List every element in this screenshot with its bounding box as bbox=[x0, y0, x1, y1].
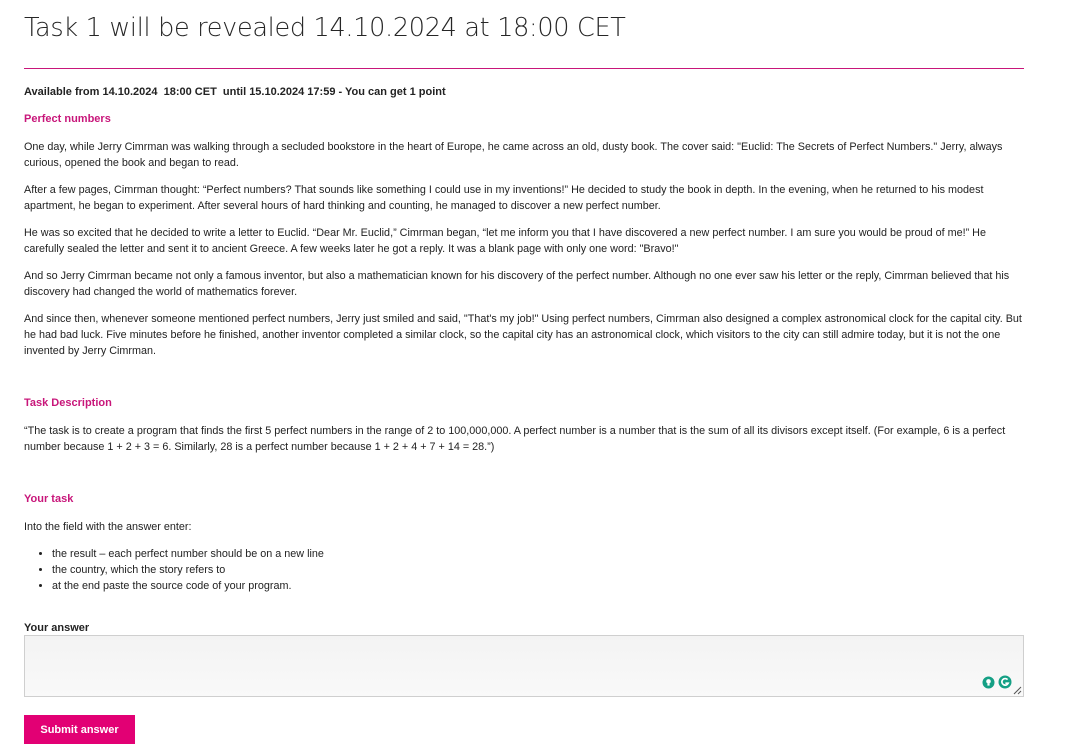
list-item: the country, which the story refers to bbox=[52, 562, 1024, 578]
story-paragraph: After a few pages, Cimrman thought: “Per… bbox=[24, 184, 984, 212]
story-paragraph: One day, while Jerry Cimrman was walking… bbox=[24, 141, 1003, 169]
grammarly-icon[interactable] bbox=[998, 675, 1012, 689]
your-task-intro: Into the field with the answer enter: bbox=[24, 521, 192, 533]
story-paragraph: He was so excited that he decided to wri… bbox=[24, 227, 986, 255]
page-title: Task 1 will be revealed 14.10.2024 at 18… bbox=[24, 13, 626, 43]
story-heading: Perfect numbers bbox=[24, 113, 111, 125]
answer-textarea[interactable] bbox=[24, 635, 1024, 697]
your-task-heading: Your task bbox=[24, 493, 74, 505]
lightbulb-icon[interactable] bbox=[982, 676, 995, 689]
list-item: the result – each perfect number should … bbox=[52, 546, 1024, 562]
list-item: at the end paste the source code of your… bbox=[52, 578, 1024, 594]
task-page: Task 1 will be revealed 14.10.2024 at 18… bbox=[24, 0, 1024, 744]
answer-label: Your answer bbox=[24, 622, 90, 634]
availability-info: Available from 14.10.2024 18:00 CET unti… bbox=[24, 86, 446, 98]
grammarly-widget[interactable] bbox=[982, 675, 1012, 689]
story-paragraph: And so Jerry Cimrman became not only a f… bbox=[24, 270, 1010, 298]
story-paragraph: And since then, whenever someone mention… bbox=[24, 313, 1022, 357]
story-text: One day, while Jerry Cimrman was walking… bbox=[24, 139, 1024, 359]
resize-handle-icon[interactable] bbox=[1012, 685, 1022, 695]
task-description-text: “The task is to create a program that fi… bbox=[24, 425, 1006, 453]
task-description-heading: Task Description bbox=[24, 397, 112, 409]
submit-answer-button[interactable]: Submit answer bbox=[24, 715, 135, 744]
title-divider bbox=[24, 68, 1024, 69]
answer-field-wrapper bbox=[24, 635, 1024, 697]
your-task-list: the result – each perfect number should … bbox=[24, 546, 1024, 594]
